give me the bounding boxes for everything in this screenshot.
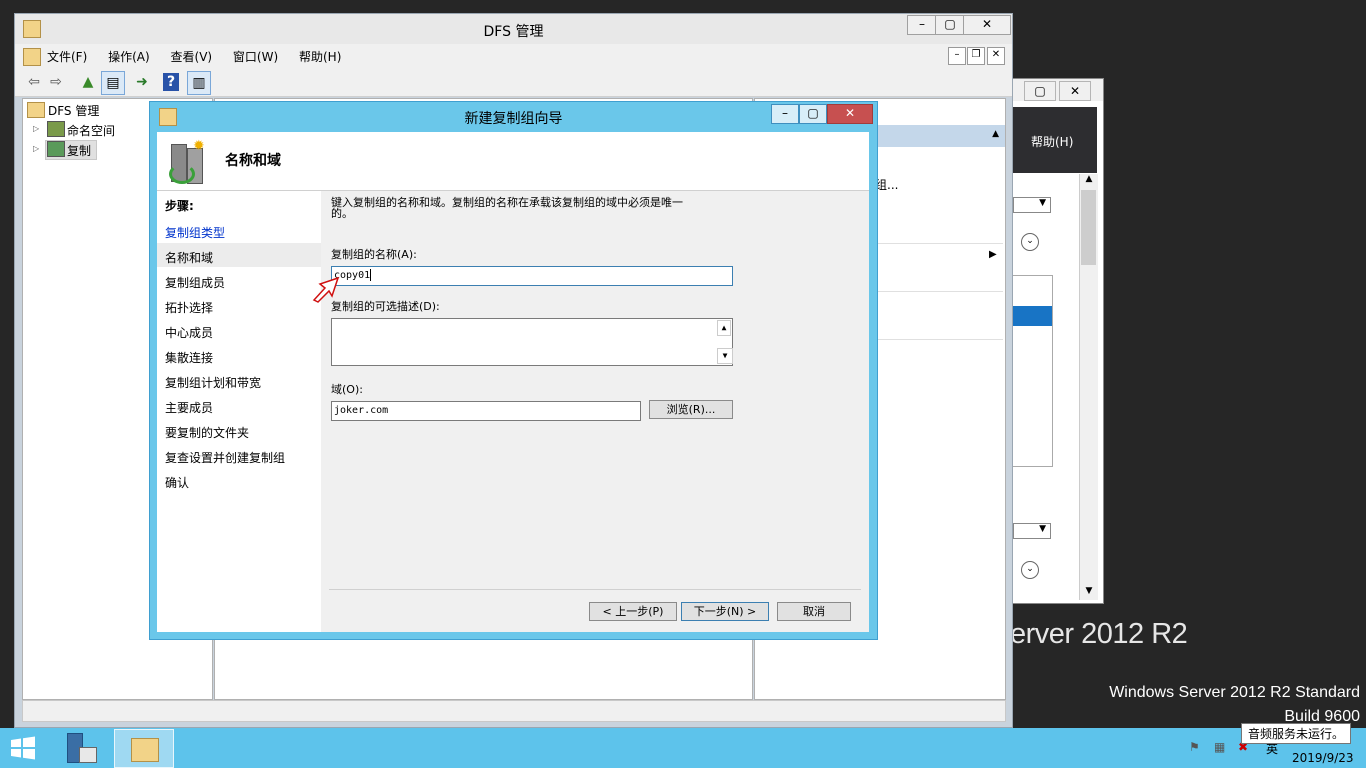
new-replication-group-wizard[interactable]: 新建复制组向导 – ▢ ✕ ✹ 名称和域 步骤: 复制组类型 名称和域 复制组成… <box>149 101 878 640</box>
menu-window[interactable]: 窗口(W) <box>233 50 278 64</box>
taskbar: ⚑ ▦ ✖ 英 2019/9/23 <box>0 728 1366 768</box>
steps-heading: 步骤: <box>165 199 194 213</box>
cancel-button[interactable]: 取消 <box>777 602 851 621</box>
status-bar <box>22 700 1006 722</box>
tree-item-replication[interactable]: 复制 <box>67 142 91 159</box>
description-textarea[interactable]: ▲ ▼ <box>331 318 733 366</box>
wizard-intro-text: 键入复制组的名称和域。复制组的名称在承载该复制组的域中必须是唯一 的。 <box>331 196 683 220</box>
menu-bar: 文件(F) 操作(A) 查看(V) 窗口(W) 帮助(H) – ❐ ✕ <box>15 44 1012 68</box>
step-hub-members: 中心成员 <box>165 326 214 340</box>
menu-file[interactable]: 文件(F) <box>47 50 87 64</box>
back-button[interactable]: < 上一步(P) <box>589 602 677 621</box>
bg-dropdown-2[interactable]: ▼ <box>1013 523 1051 539</box>
wizard-page-title: 名称和域 <box>225 153 281 169</box>
main-titlebar[interactable]: DFS 管理 – ▢ ✕ <box>15 14 1012 44</box>
bg-scrollbar[interactable]: ▲ ▼ <box>1079 174 1098 600</box>
bg-expand-icon[interactable]: ⌄ <box>1021 233 1039 251</box>
main-window-title: DFS 管理 <box>483 24 544 40</box>
wizard-body: ✹ 名称和域 步骤: 复制组类型 名称和域 复制组成员 拓扑选择 中心成员 集散… <box>157 132 869 632</box>
action-new-replication-group[interactable]: 组... <box>875 176 898 193</box>
export-list-icon[interactable]: ➜ <box>131 71 153 93</box>
action-center-flag-icon[interactable]: ⚑ <box>1189 740 1200 754</box>
replication-wizard-icon: ✹ <box>165 138 205 184</box>
minimize-button[interactable]: – <box>907 15 937 35</box>
background-window-titlebar[interactable]: ▢ ✕ <box>1009 79 1103 101</box>
step-name-and-domain: 名称和域 <box>165 251 214 265</box>
expand-chevron-icon[interactable]: ▷ <box>33 124 39 133</box>
wizard-close-button[interactable]: ✕ <box>827 104 873 124</box>
back-arrow-icon[interactable]: ⇦ <box>23 71 45 93</box>
background-window[interactable]: ▢ ✕ 帮助(H) ▼ ⌄ ▼ ⌄ ▲ ▼ <box>1008 78 1104 604</box>
show-tree-icon[interactable]: ▤ <box>101 71 125 95</box>
forward-arrow-icon[interactable]: ⇨ <box>45 71 67 93</box>
domain-input[interactable]: joker.com <box>331 401 641 421</box>
wizard-titlebar[interactable]: 新建复制组向导 – ▢ ✕ <box>150 102 877 130</box>
next-button[interactable]: 下一步(N) > <box>681 602 769 621</box>
domain-label: 域(O): <box>331 383 363 396</box>
server-manager-taskbar-icon[interactable] <box>57 729 105 767</box>
bg-maximize-button[interactable]: ▢ <box>1024 81 1056 101</box>
step-review: 复查设置并创建复制组 <box>165 451 286 465</box>
bg-dropdown-1[interactable]: ▼ <box>1013 197 1051 213</box>
replication-icon <box>47 141 65 157</box>
dfs-management-taskbar-icon[interactable] <box>114 729 174 768</box>
step-schedule-bandwidth: 复制组计划和带宽 <box>165 376 262 390</box>
desktop-watermark-edition: Windows Server 2012 R2 Standard <box>1109 684 1360 701</box>
step-primary-member: 主要成员 <box>165 401 214 415</box>
tree-item-namespace[interactable]: 命名空间 <box>67 122 115 139</box>
expand-chevron-icon[interactable]: ▷ <box>33 144 39 153</box>
maximize-button[interactable]: ▢ <box>935 15 965 35</box>
wizard-minimize-button[interactable]: – <box>771 104 799 124</box>
step-folders: 要复制的文件夹 <box>165 426 250 440</box>
help-icon[interactable]: ? <box>163 73 179 91</box>
wizard-maximize-button[interactable]: ▢ <box>799 104 827 124</box>
menu-action[interactable]: 操作(A) <box>108 50 150 64</box>
mdi-minimize-button[interactable]: – <box>948 47 966 65</box>
namespace-icon <box>47 121 65 137</box>
bg-list[interactable] <box>1009 275 1053 467</box>
submenu-arrow-icon[interactable]: ▶ <box>989 249 997 260</box>
menu-view[interactable]: 查看(V) <box>171 50 213 64</box>
replication-group-name-input[interactable]: copy01 <box>331 266 733 286</box>
up-folder-icon[interactable]: ▲ <box>77 71 99 93</box>
wizard-content: 键入复制组的名称和域。复制组的名称在承载该复制组的域中必须是唯一 的。 复制组的… <box>323 191 869 632</box>
bg-list-selected-row[interactable] <box>1010 306 1052 326</box>
annotation-arrow-icon <box>312 276 340 303</box>
tray-tooltip: 音频服务未运行。 <box>1241 723 1352 744</box>
bg-menu-help[interactable]: 帮助(H) <box>1031 133 1073 150</box>
step-replication-group-type[interactable]: 复制组类型 <box>165 224 225 241</box>
wizard-title: 新建复制组向导 <box>464 111 563 127</box>
button-separator <box>329 589 861 590</box>
desktop-watermark-os: erver 2012 R2 <box>1010 618 1188 650</box>
show-action-pane-icon[interactable]: ▥ <box>187 71 211 95</box>
step-confirmation: 确认 <box>165 476 190 490</box>
step-hub-spoke-connections: 集散连接 <box>165 351 214 365</box>
toolbar: ⇦ ⇨ ▲ ▤ ➜ ? ▥ <box>15 68 1012 97</box>
menu-app-icon[interactable] <box>23 48 41 66</box>
dfs-root-icon <box>27 102 45 118</box>
name-label: 复制组的名称(A): <box>331 248 417 261</box>
browse-button[interactable]: 浏览(R)... <box>649 400 733 419</box>
background-window-menu: 帮助(H) <box>1009 107 1097 173</box>
wizard-steps-pane: 步骤: 复制组类型 名称和域 复制组成员 拓扑选择 中心成员 集散连接 复制组计… <box>157 191 321 632</box>
clock-date[interactable]: 2019/9/23 <box>1292 751 1354 765</box>
wizard-header: ✹ 名称和域 <box>157 132 869 191</box>
description-label: 复制组的可选描述(D): <box>331 300 440 313</box>
tree-root-label[interactable]: DFS 管理 <box>48 102 99 119</box>
close-button[interactable]: ✕ <box>963 15 1011 35</box>
bg-close-button[interactable]: ✕ <box>1059 81 1091 101</box>
step-members: 复制组成员 <box>165 276 226 290</box>
mdi-restore-button[interactable]: ❐ <box>967 47 985 65</box>
network-icon[interactable]: ▦ <box>1214 740 1225 754</box>
mdi-close-button[interactable]: ✕ <box>987 47 1005 65</box>
step-topology: 拓扑选择 <box>165 301 214 315</box>
bg-expand-icon-2[interactable]: ⌄ <box>1021 561 1039 579</box>
menu-help[interactable]: 帮助(H) <box>299 50 341 64</box>
start-button[interactable] <box>8 734 38 762</box>
